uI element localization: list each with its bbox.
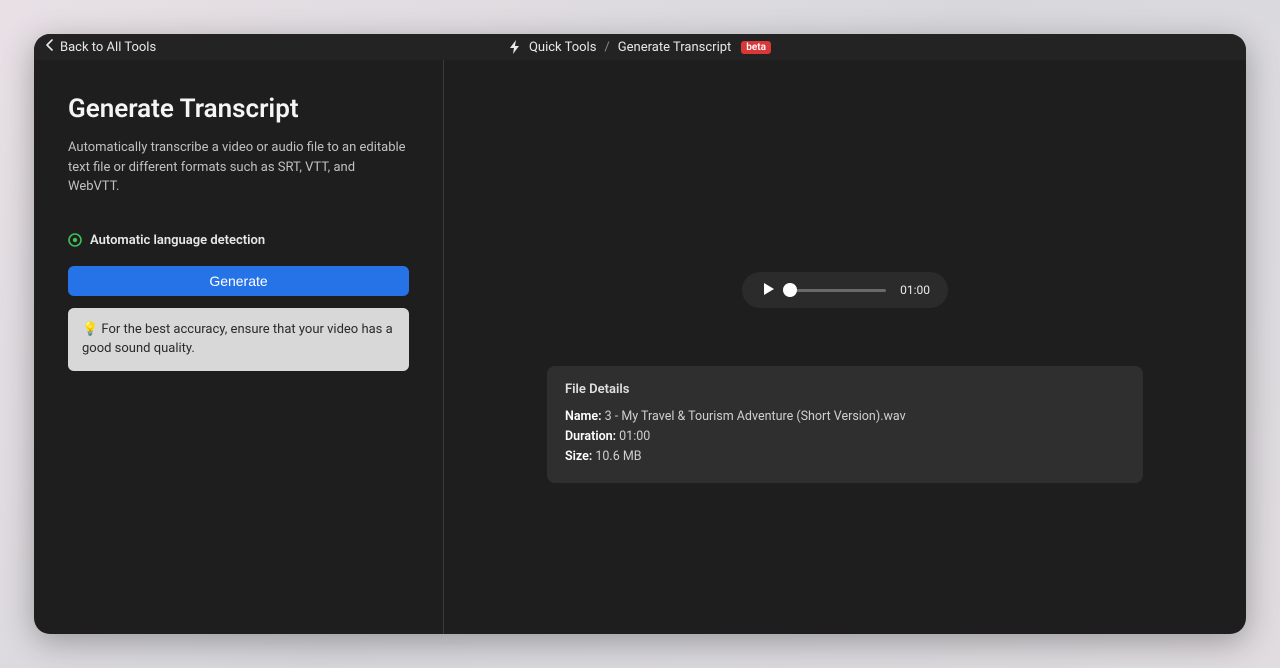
breadcrumb-item-quick-tools[interactable]: Quick Tools	[529, 40, 596, 55]
file-name-row: Name: 3 - My Travel & Tourism Adventure …	[565, 407, 1125, 427]
generate-button[interactable]: Generate	[68, 266, 409, 296]
audio-duration: 01:00	[900, 283, 930, 297]
file-name-value: 3 - My Travel & Tourism Adventure (Short…	[605, 409, 906, 424]
play-icon	[761, 281, 775, 300]
left-panel: Generate Transcript Automatically transc…	[34, 60, 444, 634]
app-window: Back to All Tools Quick Tools / Generate…	[34, 34, 1246, 634]
language-detection-row: Automatic language detection	[68, 233, 409, 248]
file-details-heading: File Details	[565, 382, 1125, 397]
content-area: Generate Transcript Automatically transc…	[34, 60, 1246, 634]
breadcrumb-separator: /	[604, 40, 609, 55]
file-name-label: Name:	[565, 409, 602, 424]
file-duration-label: Duration:	[565, 429, 616, 444]
breadcrumb-item-generate-transcript: Generate Transcript	[618, 40, 731, 55]
file-size-label: Size:	[565, 449, 592, 464]
back-label: Back to All Tools	[60, 40, 156, 55]
bolt-icon	[509, 40, 521, 54]
play-button[interactable]	[760, 282, 776, 298]
file-size-value: 10.6 MB	[595, 449, 641, 464]
audio-player: 01:00	[742, 272, 948, 308]
back-to-tools-link[interactable]: Back to All Tools	[46, 39, 156, 55]
file-details-card: File Details Name: 3 - My Travel & Touri…	[547, 366, 1143, 483]
audio-progress-track[interactable]	[790, 289, 886, 292]
file-duration-row: Duration: 01:00	[565, 427, 1125, 447]
file-size-row: Size: 10.6 MB	[565, 447, 1125, 467]
tip-box: 💡 For the best accuracy, ensure that you…	[68, 308, 409, 371]
right-panel: 01:00 File Details Name: 3 - My Travel &…	[444, 60, 1246, 634]
header-bar: Back to All Tools Quick Tools / Generate…	[34, 34, 1246, 60]
file-duration-value: 01:00	[619, 429, 650, 444]
beta-badge: beta	[741, 41, 771, 54]
language-detection-label: Automatic language detection	[90, 233, 265, 248]
page-title: Generate Transcript	[68, 94, 409, 124]
breadcrumb: Quick Tools / Generate Transcript beta	[509, 40, 771, 55]
target-icon	[68, 233, 82, 247]
audio-progress-thumb[interactable]	[783, 283, 797, 297]
chevron-left-icon	[46, 39, 54, 55]
page-description: Automatically transcribe a video or audi…	[68, 138, 409, 197]
